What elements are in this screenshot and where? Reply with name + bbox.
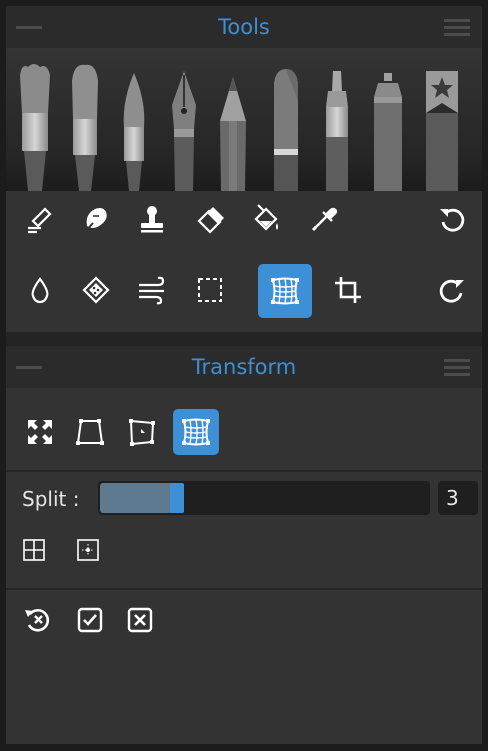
split-value-field[interactable]: 3 xyxy=(438,481,478,515)
water-tool-icon[interactable] xyxy=(18,268,62,312)
menu-icon[interactable] xyxy=(444,359,470,376)
divider xyxy=(6,470,482,472)
split-slider-fill xyxy=(100,483,176,513)
clone-stamp-icon[interactable] xyxy=(130,197,174,241)
distort-icon[interactable] xyxy=(120,410,164,454)
airbrush-icon[interactable] xyxy=(366,61,410,191)
reset-icon[interactable] xyxy=(18,600,58,640)
tools-panel-title: Tools xyxy=(218,15,270,39)
free-transform-icon[interactable] xyxy=(18,410,62,454)
transform-panel-header: Transform xyxy=(6,346,482,388)
split-slider-handle[interactable] xyxy=(170,483,184,513)
color-picker-icon[interactable] xyxy=(302,197,346,241)
menu-icon[interactable] xyxy=(444,19,470,36)
tools-panel-header: Tools xyxy=(6,6,482,48)
felt-pen-icon[interactable] xyxy=(316,61,358,191)
undo-icon[interactable] xyxy=(430,197,474,241)
round-brush-icon[interactable] xyxy=(114,61,154,191)
flat-brush-icon[interactable] xyxy=(64,61,106,191)
smudge-tool-icon[interactable] xyxy=(74,197,118,241)
wind-tool-icon[interactable] xyxy=(130,268,174,312)
crop-tool-icon[interactable] xyxy=(326,268,370,312)
pencil-icon[interactable] xyxy=(212,61,254,191)
ink-pen-icon[interactable] xyxy=(164,61,204,191)
perspective-icon[interactable] xyxy=(68,410,112,454)
transform-panel-title: Transform xyxy=(191,355,297,379)
redo-icon[interactable] xyxy=(430,268,474,312)
cancel-icon[interactable] xyxy=(120,600,160,640)
tools-panel: Tools xyxy=(6,6,482,332)
transform-panel: Transform Split : 3 xyxy=(6,346,482,744)
panel-divider xyxy=(6,332,482,346)
grid-icon[interactable] xyxy=(16,532,52,568)
center-grid-icon[interactable] xyxy=(70,532,106,568)
eraser-icon[interactable] xyxy=(188,197,232,241)
paint-brush-icon[interactable] xyxy=(14,61,56,191)
marker-icon[interactable] xyxy=(264,61,308,191)
warp-icon[interactable] xyxy=(173,409,219,455)
fill-bucket-icon[interactable] xyxy=(244,197,288,241)
split-label: Split : xyxy=(22,487,80,511)
favourite-brushes-icon[interactable] xyxy=(420,61,464,191)
divider xyxy=(6,588,482,590)
apply-icon[interactable] xyxy=(70,600,110,640)
selection-tool-icon[interactable] xyxy=(188,268,232,312)
transform-tool-icon[interactable] xyxy=(258,264,312,318)
split-slider[interactable] xyxy=(98,481,430,515)
blend-tool-icon[interactable] xyxy=(18,197,62,241)
texture-tool-icon[interactable] xyxy=(74,268,118,312)
brush-strip xyxy=(6,48,482,191)
